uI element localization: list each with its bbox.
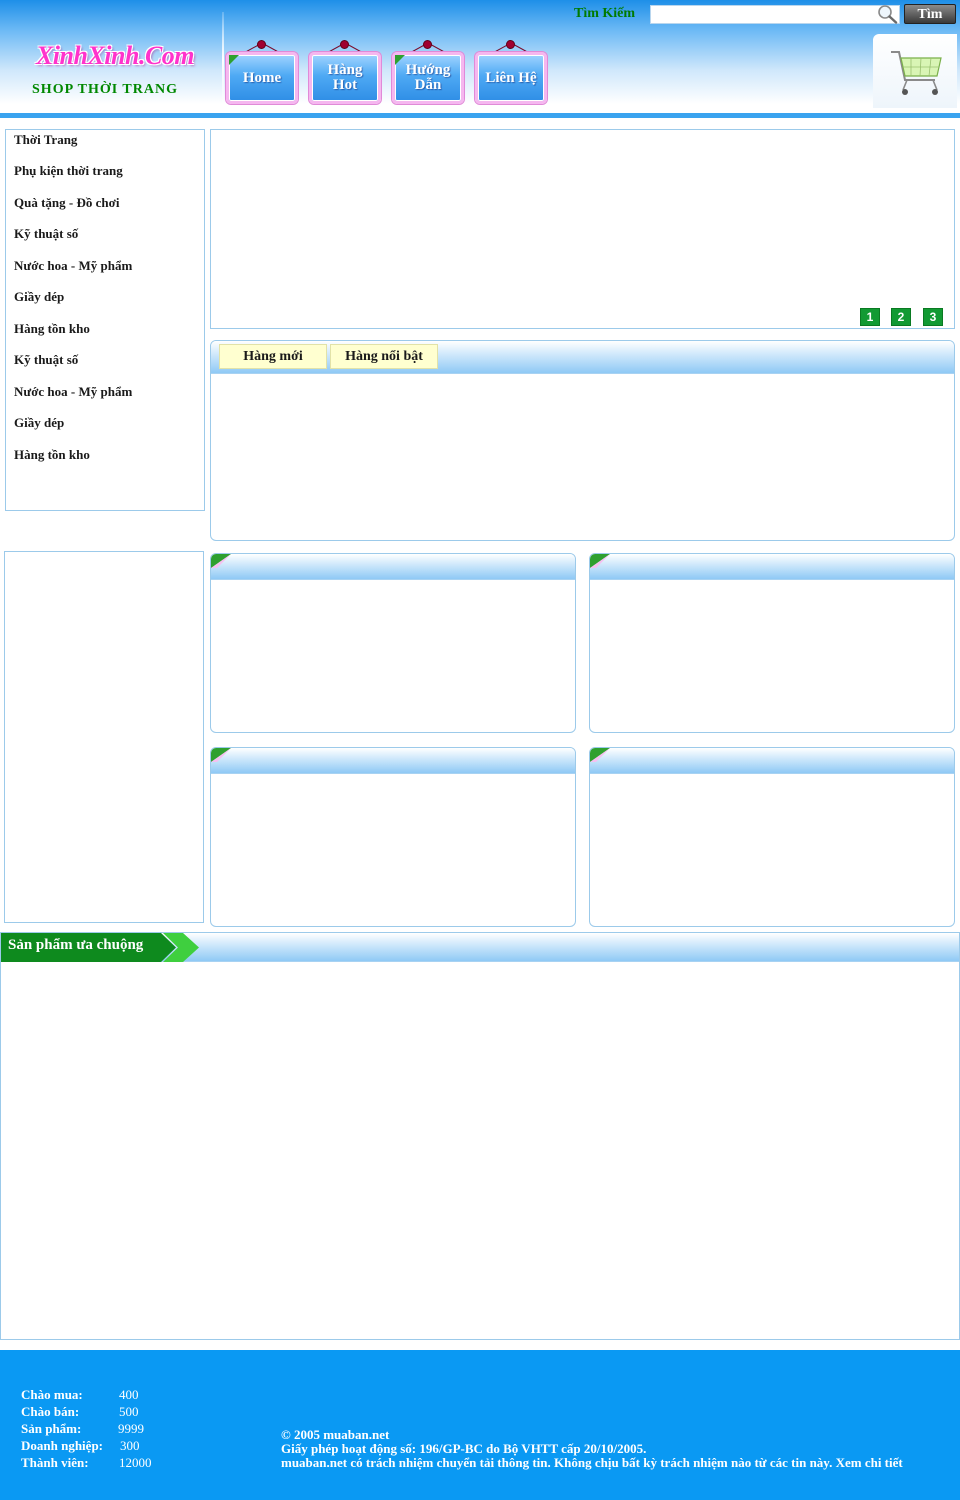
product-box-header <box>211 748 575 774</box>
category-item[interactable]: Giầy dép <box>14 289 64 305</box>
stat-value: 12000 <box>119 1455 152 1470</box>
nav-item-hot[interactable]: Hàng Hot <box>309 40 381 106</box>
tab-featured[interactable]: Hàng nổi bật <box>330 344 438 369</box>
banner-slideshow: 1 2 3 <box>210 129 955 329</box>
category-item[interactable]: Phụ kiện thời trang <box>14 163 123 179</box>
popular-products-header: Sản phẩm ưa chuộng <box>1 933 959 962</box>
corner-ribbon-icon <box>229 55 239 65</box>
cart[interactable] <box>873 34 957 108</box>
corner-ribbon-icon <box>211 748 231 762</box>
product-box-header <box>211 554 575 580</box>
stat-label: Sản phẩm: <box>21 1421 82 1436</box>
nav-item-contact[interactable]: Liên Hệ <box>475 40 547 106</box>
pin-icon <box>257 40 266 49</box>
category-item[interactable]: Thời Trang <box>14 132 77 148</box>
stat-value: 500 <box>119 1404 139 1419</box>
popular-products-section: Sản phẩm ưa chuộng <box>0 932 960 1340</box>
nav-item-guide[interactable]: Hướng Dẫn <box>392 40 464 106</box>
product-box <box>589 553 955 733</box>
nav-label: Hàng Hot <box>327 62 363 93</box>
header: XinhXinh.Com SHOP THỜI TRANG Home Hàng H… <box>0 0 960 118</box>
logo-subtitle: SHOP THỜI TRANG <box>32 82 178 97</box>
tab-new[interactable]: Hàng mới <box>219 344 327 369</box>
logo-text[interactable]: XinhXinh.Com <box>20 41 210 71</box>
stat-label: Chào bán: <box>21 1404 80 1419</box>
slide-button[interactable]: 2 <box>891 308 911 326</box>
category-item[interactable]: Nước hoa - Mỹ phẩm <box>14 384 132 400</box>
product-box <box>210 747 576 927</box>
pin-icon <box>423 40 432 49</box>
popular-products-title: Sản phẩm ưa chuộng <box>8 937 144 953</box>
slide-button[interactable]: 1 <box>860 308 880 326</box>
corner-ribbon-icon <box>590 748 610 762</box>
category-item[interactable]: Giầy dép <box>14 415 64 431</box>
shopping-cart-icon[interactable] <box>887 42 947 102</box>
category-item[interactable]: Nước hoa - Mỹ phẩm <box>14 258 132 274</box>
nav-label: Hướng Dẫn <box>405 62 451 93</box>
stat-value: 400 <box>119 1387 139 1402</box>
nav-item-home[interactable]: Home <box>226 40 298 106</box>
disclaimer-link[interactable]: muaban.net có trách nhiệm chuyển tải thô… <box>281 1455 903 1471</box>
category-item[interactable]: Hàng tồn kho <box>14 321 90 337</box>
category-item[interactable]: Kỹ thuật số <box>14 352 78 368</box>
category-menu: Thời Trang Phụ kiện thời trang Quà tặng … <box>5 129 205 511</box>
logo[interactable]: XinhXinh.Com SHOP THỜI TRANG <box>0 0 222 113</box>
stat-value: 9999 <box>118 1421 144 1436</box>
product-box-header <box>590 554 954 580</box>
nav-label: Home <box>242 69 282 86</box>
stat-label: Thành viên: <box>21 1455 89 1470</box>
tabs-bar: Hàng mới Hàng nổi bật <box>211 341 954 374</box>
category-item[interactable]: Kỹ thuật số <box>14 226 78 242</box>
stat-label: Doanh nghiệp: <box>21 1438 103 1453</box>
search-label: Tìm Kiếm <box>574 6 636 21</box>
product-box <box>589 747 955 927</box>
search-icon[interactable] <box>876 4 898 24</box>
nav-sign[interactable]: Liên Hệ <box>475 52 547 104</box>
sidebar-box <box>4 551 204 923</box>
nav-sign[interactable]: Hàng Hot <box>309 52 381 104</box>
corner-ribbon-icon <box>395 55 405 65</box>
product-tabs-panel: Hàng mới Hàng nổi bật <box>210 340 955 541</box>
pin-icon <box>340 40 349 49</box>
search-button[interactable]: Tìm <box>904 4 956 24</box>
corner-ribbon-icon <box>590 554 610 568</box>
corner-ribbon-icon <box>211 554 231 568</box>
pin-icon <box>506 40 515 49</box>
header-divider <box>222 12 224 110</box>
category-item[interactable]: Quà tặng - Đồ chơi <box>14 195 119 211</box>
nav-label: Liên Hệ <box>485 69 537 86</box>
category-item[interactable]: Hàng tồn kho <box>14 447 90 463</box>
product-box-header <box>590 748 954 774</box>
footer: Chào mua: 400 Chào bán: 500 Sản phẩm: 99… <box>0 1350 960 1500</box>
stat-value: 300 <box>120 1438 140 1453</box>
search-input[interactable] <box>650 5 900 24</box>
product-box <box>210 553 576 733</box>
slide-button[interactable]: 3 <box>923 308 943 326</box>
stat-label: Chào mua: <box>21 1387 83 1402</box>
